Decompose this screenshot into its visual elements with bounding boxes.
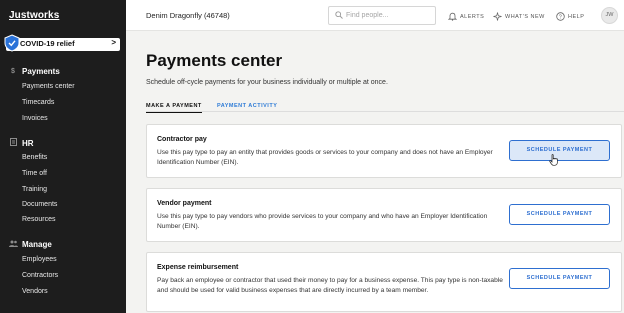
card-title: Vendor payment bbox=[157, 200, 212, 207]
sidebar-section-manage[interactable]: Manage bbox=[8, 240, 52, 249]
tab-divider bbox=[146, 111, 624, 112]
card-description: Use this pay type to pay an entity that … bbox=[157, 149, 493, 166]
sidebar-item-resources[interactable]: Resources bbox=[22, 216, 55, 223]
justworks-logo[interactable]: Justworks bbox=[9, 10, 59, 21]
avatar[interactable]: JW bbox=[601, 7, 618, 24]
alerts-label: ALERTS bbox=[460, 13, 485, 20]
sidebar-section-hr[interactable]: HR bbox=[8, 138, 34, 148]
schedule-payment-button[interactable]: SCHEDULE PAYMENT bbox=[509, 204, 610, 225]
sidebar-item-invoices[interactable]: Invoices bbox=[22, 115, 48, 122]
card-contractor-pay: Contractor pay Use this pay type to pay … bbox=[146, 124, 622, 178]
card-description: Use this pay type to pay vendors who pro… bbox=[157, 213, 488, 230]
sidebar-item-timecards[interactable]: Timecards bbox=[22, 99, 54, 106]
shield-icon bbox=[4, 34, 20, 52]
sidebar-item-payments-center[interactable]: Payments center bbox=[22, 83, 75, 90]
covid-relief-label: COVID-19 relief bbox=[20, 39, 75, 48]
sidebar-item-benefits[interactable]: Benefits bbox=[22, 154, 47, 161]
sparkle-icon bbox=[493, 12, 502, 21]
sidebar-item-employees[interactable]: Employees bbox=[22, 256, 57, 263]
card-title: Contractor pay bbox=[157, 136, 207, 143]
alerts-button[interactable]: ALERTS bbox=[448, 12, 484, 21]
sidebar-section-payments[interactable]: $ Payments bbox=[8, 67, 60, 76]
page-subtitle: Schedule off-cycle payments for your bus… bbox=[146, 79, 388, 86]
card-expense-reimbursement: Expense reimbursement Pay back an employ… bbox=[146, 252, 622, 312]
sidebar-item-training[interactable]: Training bbox=[22, 186, 47, 193]
card-title: Expense reimbursement bbox=[157, 264, 239, 271]
hand-cursor-icon bbox=[549, 154, 558, 166]
schedule-payment-button[interactable]: SCHEDULE PAYMENT bbox=[509, 140, 610, 161]
sidebar-item-vendors[interactable]: Vendors bbox=[22, 288, 48, 295]
sidebar-item-contractors[interactable]: Contractors bbox=[22, 272, 58, 279]
tab-make-a-payment[interactable]: MAKE A PAYMENT bbox=[146, 103, 202, 113]
card-description: Pay back an employee or contractor that … bbox=[157, 277, 503, 294]
help-button[interactable]: ? HELP bbox=[556, 12, 584, 21]
chevron-right-icon: > bbox=[111, 38, 116, 47]
dollar-icon: $ bbox=[11, 68, 15, 75]
sidebar-item-time-off[interactable]: Time off bbox=[22, 170, 47, 177]
schedule-payment-button[interactable]: SCHEDULE PAYMENT bbox=[509, 268, 610, 289]
top-bar: Denim Dragonfly (46748) Find people... A… bbox=[126, 0, 624, 31]
sidebar-item-documents[interactable]: Documents bbox=[22, 201, 57, 208]
sidebar-section-label: HR bbox=[22, 138, 34, 148]
company-name[interactable]: Denim Dragonfly (46748) bbox=[146, 11, 230, 20]
people-icon bbox=[8, 240, 18, 249]
help-label: HELP bbox=[568, 13, 585, 20]
help-icon: ? bbox=[556, 12, 565, 21]
sidebar-section-label: Manage bbox=[22, 240, 52, 249]
search-icon bbox=[335, 11, 343, 19]
tab-payment-activity[interactable]: PAYMENT ACTIVITY bbox=[217, 103, 277, 109]
search-input[interactable]: Find people... bbox=[328, 6, 436, 25]
search-placeholder: Find people... bbox=[346, 12, 389, 19]
whats-new-label: WHAT'S NEW bbox=[505, 13, 545, 20]
whats-new-button[interactable]: WHAT'S NEW bbox=[493, 12, 545, 21]
bell-icon bbox=[448, 12, 457, 21]
page-title: Payments center bbox=[146, 51, 283, 70]
covid-relief-button[interactable]: COVID-19 relief > bbox=[6, 38, 120, 51]
card-vendor-payment: Vendor payment Use this pay type to pay … bbox=[146, 188, 622, 242]
svg-text:?: ? bbox=[559, 14, 563, 20]
sidebar-section-label: Payments bbox=[22, 67, 60, 76]
sidebar: Justworks COVID-19 relief > $ Payments P… bbox=[0, 0, 126, 313]
document-icon bbox=[8, 138, 18, 148]
